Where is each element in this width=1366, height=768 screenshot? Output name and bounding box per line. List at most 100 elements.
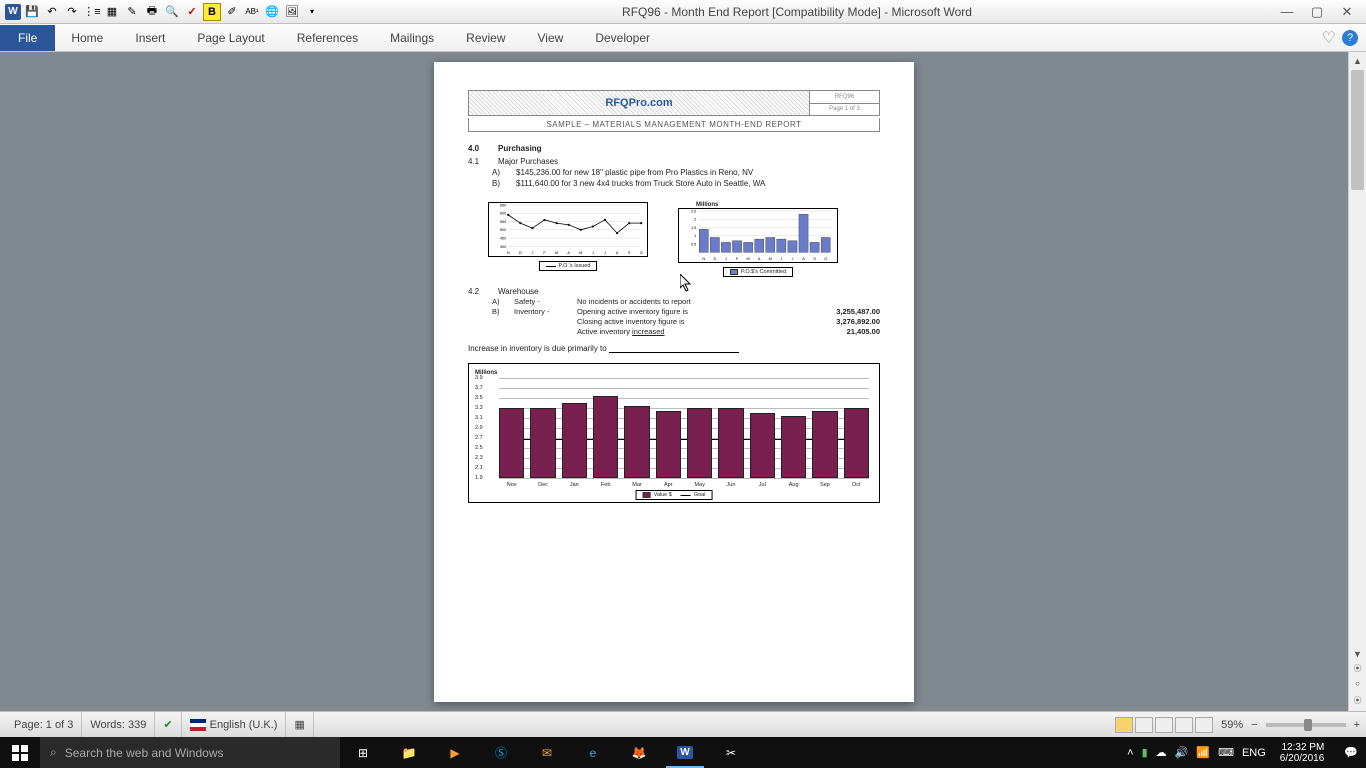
purchase-a-text: $145,236.00 for new 18" plastic pipe fro…	[516, 168, 753, 177]
tray-language[interactable]: ENG	[1242, 747, 1266, 759]
qat-dropdown-icon[interactable]: ▾	[303, 3, 321, 21]
clear-format-icon[interactable]: AB¹	[243, 3, 261, 21]
tab-mailings[interactable]: Mailings	[374, 25, 450, 51]
ribbon-min-icon[interactable]: ♡	[1322, 28, 1336, 48]
help-icon[interactable]: ?	[1342, 30, 1358, 46]
tray-network-icon[interactable]: 📶	[1196, 746, 1210, 759]
minimize-button[interactable]: —	[1272, 4, 1302, 19]
svg-text:A: A	[567, 251, 570, 255]
tab-developer[interactable]: Developer	[579, 25, 666, 51]
browse-object-icon[interactable]: ○	[1349, 679, 1366, 695]
sec-4-1-title: Major Purchases	[498, 157, 558, 166]
redo-icon[interactable]: ↷	[63, 3, 81, 21]
page-1: RFQPro.com RFQ96 Page 1 of 3 SAMPLE – MA…	[434, 62, 914, 702]
svg-text:M: M	[555, 251, 558, 255]
tray-volume-icon[interactable]: 🔊	[1175, 746, 1189, 759]
fill-blank	[609, 352, 739, 353]
save-icon[interactable]: 💾	[23, 3, 41, 21]
svg-text:J: J	[604, 251, 606, 255]
status-page[interactable]: Page: 1 of 3	[6, 712, 82, 737]
vertical-scrollbar[interactable]: ▲ ▼ ⦿ ○ ⦿	[1348, 52, 1366, 711]
ribbon-tabs: File Home Insert Page Layout References …	[0, 24, 1366, 52]
tray-time: 12:32 PM	[1280, 742, 1325, 753]
status-macro[interactable]: ▦	[286, 712, 313, 737]
next-page-icon[interactable]: ⦿	[1349, 695, 1366, 711]
taskbar-search[interactable]: ⌕ Search the web and Windows	[40, 737, 340, 768]
tab-page-layout[interactable]: Page Layout	[181, 25, 280, 51]
maximize-button[interactable]: ▢	[1302, 4, 1332, 20]
zoom-in-icon[interactable]: +	[1354, 719, 1360, 731]
wh-b-label: Inventory -	[514, 307, 569, 316]
scroll-thumb[interactable]	[1351, 70, 1364, 190]
view-draft[interactable]	[1195, 717, 1213, 733]
wh-a-label: Safety -	[514, 297, 569, 306]
flag-icon	[190, 719, 206, 731]
outlook-icon[interactable]: ✉	[524, 737, 570, 768]
highlight-icon[interactable]: B	[203, 3, 221, 21]
inv-delta-word: increased	[632, 327, 665, 336]
file-explorer-icon[interactable]: 📁	[386, 737, 432, 768]
tab-view[interactable]: View	[522, 25, 580, 51]
firefox-icon[interactable]: 🦊	[616, 737, 662, 768]
skype-icon[interactable]: Ⓢ	[478, 737, 524, 768]
picture-icon[interactable]: 🖼	[283, 3, 301, 21]
svg-text:J: J	[531, 251, 533, 255]
tray-battery-icon[interactable]: ▮	[1142, 746, 1148, 759]
tray-onedrive-icon[interactable]: ☁	[1156, 746, 1167, 759]
hyperlink-icon[interactable]: 🌐	[263, 3, 281, 21]
status-language[interactable]: English (U.K.)	[182, 712, 287, 737]
tray-notifications-icon[interactable]: 💬	[1338, 746, 1364, 759]
chart-pos-committed: Millions 0.511.522.5NDJFMAMJJASO P.O.$'s…	[678, 202, 838, 277]
media-player-icon[interactable]: ▶	[432, 737, 478, 768]
tray-up-icon[interactable]: ˄	[1127, 747, 1133, 759]
qat-icon-1[interactable]: ▦	[103, 3, 121, 21]
svg-text:M: M	[769, 257, 772, 261]
edge-icon[interactable]: e	[570, 737, 616, 768]
tab-insert[interactable]: Insert	[119, 25, 181, 51]
close-button[interactable]: ✕	[1332, 4, 1362, 20]
qat-icon-2[interactable]: ✎	[123, 3, 141, 21]
zoom-level[interactable]: 59%	[1221, 719, 1243, 731]
list-icon[interactable]: ⋮≡	[83, 3, 101, 21]
scroll-up-icon[interactable]: ▲	[1349, 52, 1366, 70]
tab-review[interactable]: Review	[450, 25, 521, 51]
format-painter-icon[interactable]: ✐	[223, 3, 241, 21]
view-outline[interactable]	[1175, 717, 1193, 733]
search-placeholder: Search the web and Windows	[65, 746, 224, 760]
status-words[interactable]: Words: 339	[82, 712, 155, 737]
svg-text:O: O	[824, 257, 827, 261]
svg-text:400: 400	[500, 245, 506, 249]
status-bar: Page: 1 of 3 Words: 339 ✔ English (U.K.)…	[0, 711, 1366, 737]
chart-pos-issued: 400450500550600650NDJFMAMJJASO P.O.'s Is…	[488, 202, 648, 277]
file-tab[interactable]: File	[0, 25, 55, 51]
view-print-layout[interactable]	[1115, 717, 1133, 733]
inv-delta-text: Active inventory	[577, 327, 630, 336]
status-proof[interactable]: ✔	[155, 712, 181, 737]
word-app-icon: W	[5, 4, 21, 20]
sec-4-0-num: 4.0	[468, 144, 486, 153]
scroll-down-icon[interactable]: ▼	[1349, 645, 1366, 663]
view-web-layout[interactable]	[1155, 717, 1173, 733]
svg-text:2: 2	[694, 218, 696, 222]
tab-references[interactable]: References	[281, 25, 374, 51]
word-taskbar-icon[interactable]: W	[662, 737, 708, 768]
svg-text:2.5: 2.5	[691, 209, 696, 213]
start-button[interactable]	[0, 737, 40, 768]
zoom-slider[interactable]	[1266, 723, 1346, 727]
undo-icon[interactable]: ↶	[43, 3, 61, 21]
print-icon[interactable]: 🖶	[143, 3, 161, 21]
tray-clock[interactable]: 12:32 PM 6/20/2016	[1274, 742, 1331, 764]
legend-pos-committed: P.O.$'s Committed	[741, 269, 786, 275]
snipping-tool-icon[interactable]: ✂	[708, 737, 754, 768]
tab-home[interactable]: Home	[55, 25, 119, 51]
task-view-icon[interactable]: ⊞	[340, 737, 386, 768]
preview-icon[interactable]: 🔍	[163, 3, 181, 21]
inv-close-text: Closing active inventory figure is	[577, 317, 802, 326]
zoom-out-icon[interactable]: −	[1251, 719, 1257, 731]
tray-keyboard-icon[interactable]: ⌨	[1218, 746, 1234, 759]
document-area[interactable]: RFQPro.com RFQ96 Page 1 of 3 SAMPLE – MA…	[0, 52, 1348, 711]
view-full-screen[interactable]	[1135, 717, 1153, 733]
spellcheck-icon[interactable]: ✓	[183, 3, 201, 21]
prev-page-icon[interactable]: ⦿	[1349, 663, 1366, 679]
svg-text:F: F	[543, 251, 546, 255]
